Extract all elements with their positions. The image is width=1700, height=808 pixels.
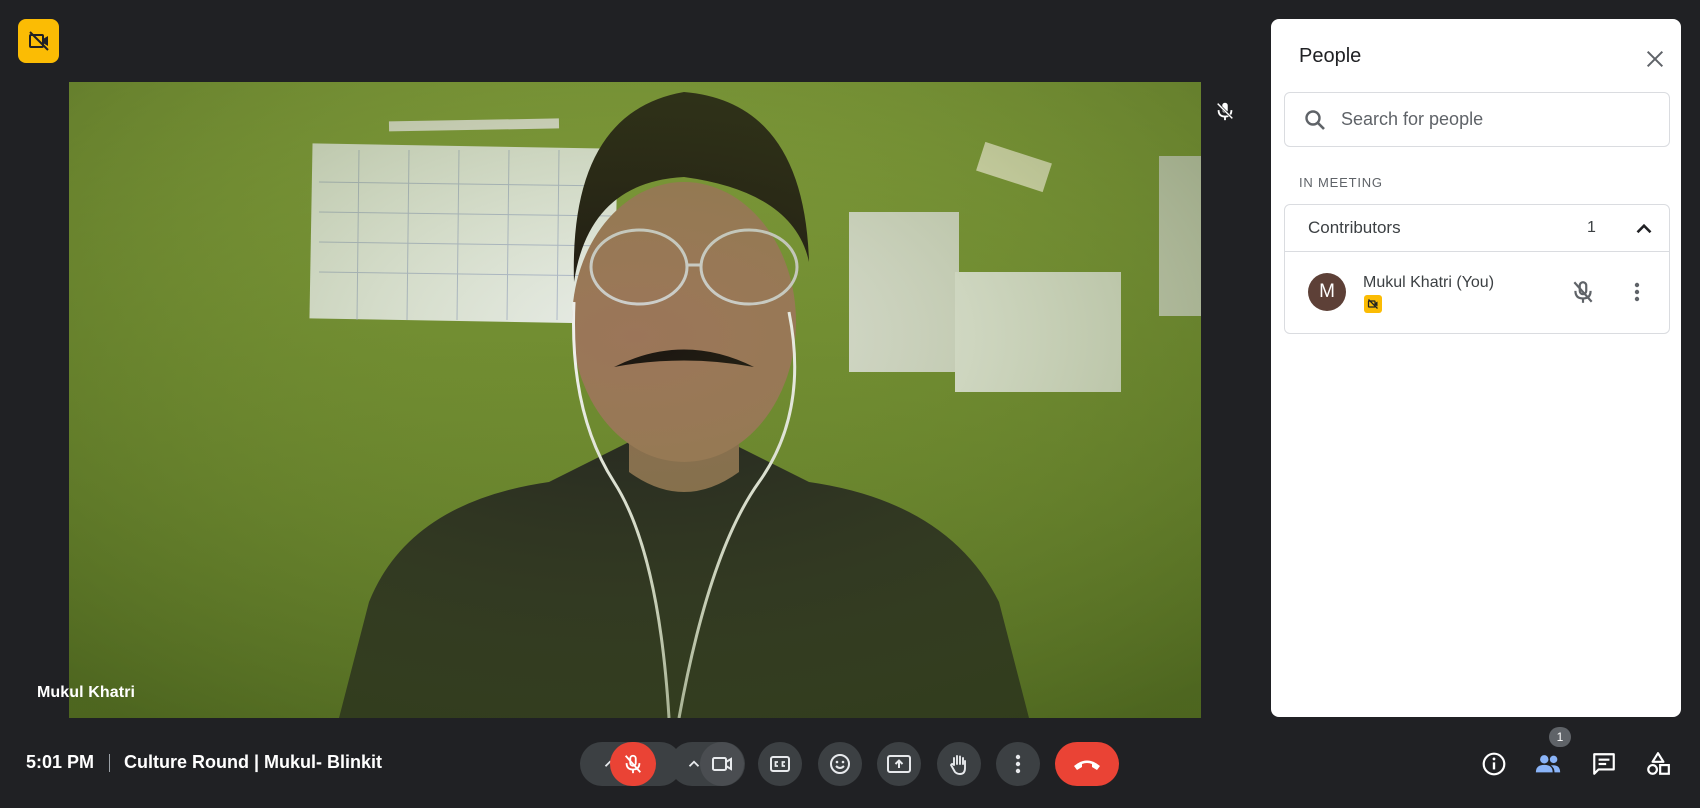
video-off-icon: [1367, 299, 1378, 309]
meeting-title: Culture Round | Mukul- Blinkit: [124, 752, 383, 772]
avatar: M: [1308, 273, 1346, 311]
captions-icon: [770, 756, 790, 772]
reactions-button[interactable]: [818, 742, 862, 786]
people-icon: [1535, 755, 1561, 773]
main-video-tile: [69, 82, 1201, 718]
present-icon: [887, 755, 911, 773]
group-count: 1: [1587, 219, 1596, 236]
people-button[interactable]: [1534, 750, 1562, 778]
more-vert-icon[interactable]: [1625, 279, 1649, 305]
video-off-icon: [28, 31, 49, 51]
video-off-badge: [1364, 295, 1382, 313]
video-feed-image: [69, 82, 1201, 718]
mic-off-icon: [1573, 281, 1593, 303]
raise-hand-button[interactable]: [937, 742, 981, 786]
close-icon: [1646, 50, 1664, 68]
participant-row: M Mukul Khatri (You): [1285, 252, 1669, 334]
chat-icon: [1593, 753, 1615, 775]
participant-row-name: Mukul Khatri (You): [1363, 274, 1495, 291]
more-vert-icon: [1015, 754, 1021, 774]
search-field[interactable]: [1284, 92, 1670, 147]
contributors-group: Contributors 1 M Mukul Khatri (You): [1284, 204, 1670, 334]
participant-name-label: Mukul Khatri: [37, 684, 136, 701]
divider: [109, 754, 110, 772]
people-count-badge: 1: [1549, 727, 1571, 747]
search-icon: [1305, 109, 1325, 130]
section-label-in-meeting: IN MEETING: [1299, 175, 1383, 190]
activities-icon: [1647, 752, 1670, 775]
leave-call-button[interactable]: [1055, 742, 1119, 786]
captions-button[interactable]: [758, 742, 802, 786]
camera-icon: [712, 757, 732, 771]
close-panel-button[interactable]: [1637, 41, 1673, 77]
activities-button[interactable]: [1644, 750, 1672, 778]
contributors-header[interactable]: Contributors 1: [1285, 205, 1669, 252]
search-input[interactable]: [1341, 109, 1641, 130]
hand-icon: [949, 755, 966, 775]
mic-toggle-button[interactable]: [610, 742, 656, 786]
more-options-button[interactable]: [996, 742, 1040, 786]
mic-off-icon: [624, 754, 642, 774]
present-button[interactable]: [877, 742, 921, 786]
video-off-indicator: [18, 19, 59, 63]
chevron-up-icon[interactable]: [1631, 216, 1657, 242]
info-icon: [1482, 752, 1506, 776]
chat-button[interactable]: [1590, 750, 1618, 778]
meeting-details-button[interactable]: [1480, 750, 1508, 778]
tile-mic-off-icon: [1214, 100, 1236, 122]
camera-toggle-button[interactable]: [700, 742, 744, 786]
clock-time: 5:01 PM: [26, 752, 95, 772]
people-panel: People IN MEETING Contributors 1 M Mukul…: [1271, 19, 1681, 717]
emoji-icon: [830, 754, 850, 774]
panel-title: People: [1299, 45, 1362, 67]
hangup-icon: [1074, 760, 1100, 770]
group-label: Contributors: [1308, 218, 1401, 237]
